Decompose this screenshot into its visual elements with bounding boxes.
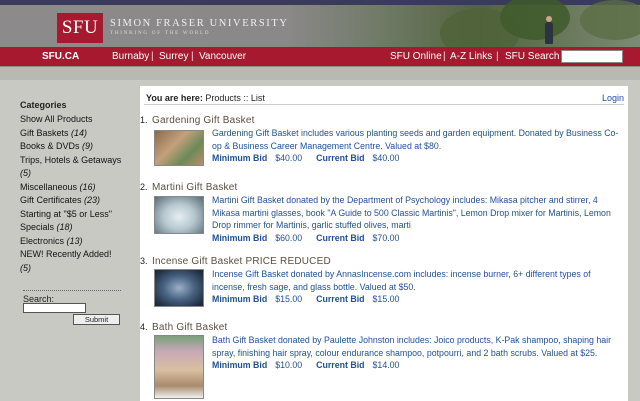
product-title-link[interactable]: Gardening Gift Basket — [152, 115, 255, 126]
bid-row: Minimum Bid $10.00 Current Bid $14.00 — [212, 360, 400, 370]
main-content: You are here: Products :: List Login 1. … — [140, 86, 628, 401]
category-link[interactable]: Electronics (13) — [20, 235, 130, 249]
product-description: Gardening Gift Basket includes various p… — [212, 127, 622, 165]
category-link[interactable]: Show All Products — [20, 113, 130, 127]
search-input[interactable] — [23, 303, 86, 313]
nav-surrey-link[interactable]: Surrey — [159, 51, 188, 62]
category-link[interactable]: Books & DVDs (9) — [20, 140, 130, 154]
product-title-link[interactable]: Bath Gift Basket — [152, 322, 227, 333]
top-nav: SFU.CA Burnaby | Surrey | Vancouver SFU … — [0, 47, 640, 66]
product-thumbnail[interactable] — [154, 130, 204, 166]
product-number: 2. — [140, 182, 148, 192]
product-description: Martini Gift Basket donated by the Depar… — [212, 194, 622, 244]
sfu-search-input[interactable] — [561, 50, 623, 63]
nav-az-links-link[interactable]: A-Z Links — [450, 51, 492, 62]
sidebar-divider — [23, 290, 121, 291]
category-link[interactable]: Gift Certificates (23) — [20, 194, 130, 208]
product-number: 4. — [140, 322, 148, 332]
category-count: (5) — [20, 168, 31, 178]
category-link[interactable]: Miscellaneous (16) — [20, 181, 130, 195]
sidebar: Categories Show All Products Gift Basket… — [20, 100, 130, 275]
product-title-link[interactable]: Martini Gift Basket — [152, 182, 238, 193]
submit-button[interactable]: Submit — [73, 314, 120, 325]
category-link[interactable]: Specials (18) — [20, 221, 130, 235]
product-title-link[interactable]: Incense Gift Basket PRICE REDUCED — [152, 256, 331, 267]
university-name: SIMON FRASER UNIVERSITY — [110, 18, 289, 29]
product-thumbnail[interactable] — [154, 269, 204, 307]
product-number: 1. — [140, 115, 148, 125]
category-link[interactable]: NEW! Recently Added! — [20, 248, 130, 262]
login-link[interactable]: Login — [602, 93, 624, 103]
categories-heading: Categories — [20, 100, 67, 110]
sfu-logo[interactable]: SFU — [57, 13, 103, 43]
product-thumbnail[interactable] — [154, 335, 204, 399]
nav-separator: | — [443, 51, 446, 62]
banner-tree — [580, 0, 640, 40]
nav-sfu-search-label: SFU Search — [505, 51, 560, 62]
nav-sfu-online-link[interactable]: SFU Online — [390, 51, 442, 62]
bid-row: Minimum Bid $15.00 Current Bid $15.00 — [212, 294, 400, 304]
university-tagline: THINKING OF THE WORLD — [110, 31, 211, 36]
bid-row: Minimum Bid $60.00 Current Bid $70.00 — [212, 232, 400, 243]
nav-separator: | — [151, 51, 154, 62]
product-number: 3. — [140, 256, 148, 266]
breadcrumb-divider — [144, 104, 624, 105]
header-grey-band — [0, 66, 640, 80]
product-thumbnail[interactable] — [154, 196, 204, 234]
nav-separator: | — [191, 51, 194, 62]
banner-tree — [500, 0, 570, 40]
bid-row: Minimum Bid $40.00 Current Bid $40.00 — [212, 153, 400, 163]
product-description: Incense Gift Basket donated by AnnasInce… — [212, 268, 622, 306]
banner-person — [545, 22, 553, 44]
nav-burnaby-link[interactable]: Burnaby — [112, 51, 149, 62]
nav-separator: | — [496, 51, 499, 62]
breadcrumb: You are here: Products :: List — [146, 93, 265, 103]
category-link[interactable]: Starting at "$5 or Less" — [20, 208, 130, 222]
category-link[interactable]: Trips, Hotels & Getaways — [20, 154, 130, 168]
category-link[interactable]: Gift Baskets (14) — [20, 127, 130, 141]
product-description: Bath Gift Basket donated by Paulette Joh… — [212, 334, 622, 372]
nav-sfu-ca-link[interactable]: SFU.CA — [42, 51, 79, 62]
nav-vancouver-link[interactable]: Vancouver — [199, 51, 246, 62]
category-count: (5) — [20, 262, 31, 273]
header-banner: SFU SIMON FRASER UNIVERSITY THINKING OF … — [0, 0, 640, 47]
